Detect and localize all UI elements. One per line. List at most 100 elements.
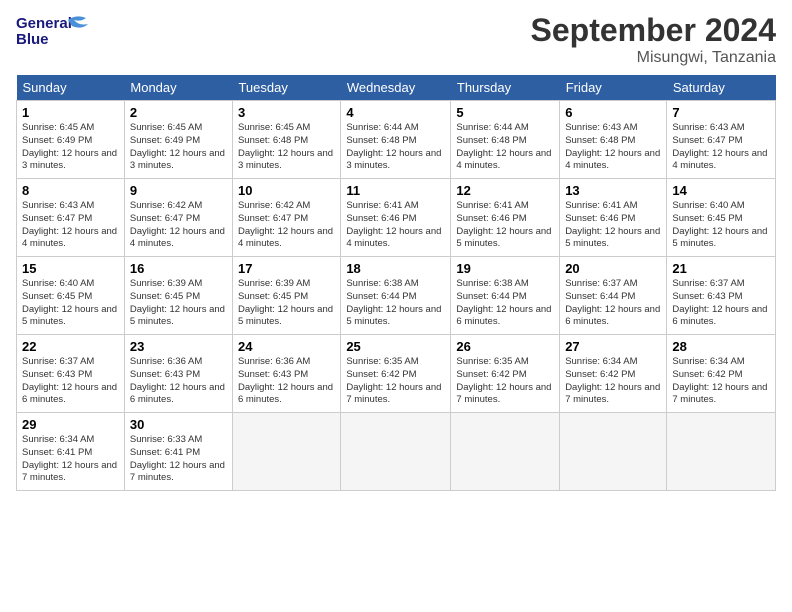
day-info: Sunrise: 6:43 AM Sunset: 6:48 PM Dayligh… [565, 122, 661, 173]
day-number: 27 [565, 339, 661, 354]
table-cell: 12 Sunrise: 6:41 AM Sunset: 6:46 PM Dayli… [451, 179, 560, 257]
table-cell: 16 Sunrise: 6:39 AM Sunset: 6:45 PM Dayli… [124, 257, 232, 335]
table-cell: 21 Sunrise: 6:37 AM Sunset: 6:43 PM Dayli… [667, 257, 776, 335]
day-number: 21 [672, 261, 770, 276]
day-number: 20 [565, 261, 661, 276]
table-cell: 18 Sunrise: 6:38 AM Sunset: 6:44 PM Dayli… [341, 257, 451, 335]
day-info: Sunrise: 6:37 AM Sunset: 6:44 PM Dayligh… [565, 278, 661, 329]
day-number: 28 [672, 339, 770, 354]
day-info: Sunrise: 6:45 AM Sunset: 6:49 PM Dayligh… [22, 122, 119, 173]
table-cell: 10Sunrise: 6:42 AM Sunset: 6:47 PM Dayli… [232, 179, 340, 257]
day-info: Sunrise: 6:40 AM Sunset: 6:45 PM Dayligh… [672, 200, 770, 251]
col-saturday: Saturday [667, 75, 776, 101]
table-cell [341, 413, 451, 491]
table-cell: 13 Sunrise: 6:41 AM Sunset: 6:46 PM Dayli… [560, 179, 667, 257]
day-number: 18 [346, 261, 445, 276]
day-info: Sunrise: 6:45 AM Sunset: 6:49 PM Dayligh… [130, 122, 227, 173]
day-number: 10 [238, 183, 335, 198]
day-number: 23 [130, 339, 227, 354]
month-title: September 2024 [531, 12, 776, 49]
day-info: Sunrise: 6:41 AM Sunset: 6:46 PM Dayligh… [346, 200, 445, 251]
day-info: Sunrise: 6:36 AM Sunset: 6:43 PM Dayligh… [130, 356, 227, 407]
day-info: Sunrise: 6:38 AM Sunset: 6:44 PM Dayligh… [456, 278, 554, 329]
day-number: 3 [238, 105, 335, 120]
col-sunday: Sunday [17, 75, 125, 101]
day-number: 1 [22, 105, 119, 120]
day-number: 15 [22, 261, 119, 276]
day-info: Sunrise: 6:44 AM Sunset: 6:48 PM Dayligh… [346, 122, 445, 173]
day-info: Sunrise: 6:37 AM Sunset: 6:43 PM Dayligh… [672, 278, 770, 329]
logo: General Blue [16, 12, 106, 50]
day-info: Sunrise: 6:41 AM Sunset: 6:46 PM Dayligh… [565, 200, 661, 251]
title-section: September 2024 Misungwi, Tanzania [531, 12, 776, 67]
day-number: 26 [456, 339, 554, 354]
day-number: 4 [346, 105, 445, 120]
day-number: 11 [346, 183, 445, 198]
table-cell: 4 Sunrise: 6:44 AM Sunset: 6:48 PM Daylig… [341, 101, 451, 179]
table-cell: 5 Sunrise: 6:44 AM Sunset: 6:48 PM Daylig… [451, 101, 560, 179]
day-number: 7 [672, 105, 770, 120]
day-number: 8 [22, 183, 119, 198]
day-number: 30 [130, 417, 227, 432]
svg-text:Blue: Blue [16, 31, 49, 48]
day-number: 12 [456, 183, 554, 198]
table-cell: 30 Sunrise: 6:33 AM Sunset: 6:41 PM Dayli… [124, 413, 232, 491]
table-cell: 26 Sunrise: 6:35 AM Sunset: 6:42 PM Dayli… [451, 335, 560, 413]
table-cell: 9 Sunrise: 6:42 AM Sunset: 6:47 PM Daylig… [124, 179, 232, 257]
day-info: Sunrise: 6:34 AM Sunset: 6:41 PM Dayligh… [22, 434, 119, 485]
day-info: Sunrise: 6:39 AM Sunset: 6:45 PM Dayligh… [130, 278, 227, 329]
col-thursday: Thursday [451, 75, 560, 101]
col-friday: Friday [560, 75, 667, 101]
table-cell [667, 413, 776, 491]
table-cell: 3 Sunrise: 6:45 AM Sunset: 6:48 PM Daylig… [232, 101, 340, 179]
table-cell: 25Sunrise: 6:35 AM Sunset: 6:42 PM Dayli… [341, 335, 451, 413]
day-number: 17 [238, 261, 335, 276]
day-info: Sunrise: 6:38 AM Sunset: 6:44 PM Dayligh… [346, 278, 445, 329]
day-number: 22 [22, 339, 119, 354]
svg-text:General: General [16, 15, 72, 32]
table-cell: 22 Sunrise: 6:37 AM Sunset: 6:43 PM Dayli… [17, 335, 125, 413]
day-info: Sunrise: 6:43 AM Sunset: 6:47 PM Dayligh… [672, 122, 770, 173]
table-cell: 6 Sunrise: 6:43 AM Sunset: 6:48 PM Daylig… [560, 101, 667, 179]
day-number: 24 [238, 339, 335, 354]
table-cell: 27 Sunrise: 6:34 AM Sunset: 6:42 PM Dayli… [560, 335, 667, 413]
day-info: Sunrise: 6:35 AM Sunset: 6:42 PM Dayligh… [456, 356, 554, 407]
table-cell: 7 Sunrise: 6:43 AM Sunset: 6:47 PM Daylig… [667, 101, 776, 179]
day-info: Sunrise: 6:34 AM Sunset: 6:42 PM Dayligh… [672, 356, 770, 407]
day-number: 13 [565, 183, 661, 198]
table-cell [451, 413, 560, 491]
day-number: 16 [130, 261, 227, 276]
table-cell [232, 413, 340, 491]
table-cell: 1 Sunrise: 6:45 AM Sunset: 6:49 PM Daylig… [17, 101, 125, 179]
day-number: 14 [672, 183, 770, 198]
day-info: Sunrise: 6:44 AM Sunset: 6:48 PM Dayligh… [456, 122, 554, 173]
col-tuesday: Tuesday [232, 75, 340, 101]
table-cell: 15 Sunrise: 6:40 AM Sunset: 6:45 PM Dayli… [17, 257, 125, 335]
day-info: Sunrise: 6:42 AM Sunset: 6:47 PM Dayligh… [130, 200, 227, 251]
day-number: 9 [130, 183, 227, 198]
day-number: 29 [22, 417, 119, 432]
day-info: Sunrise: 6:34 AM Sunset: 6:42 PM Dayligh… [565, 356, 661, 407]
table-cell: 23 Sunrise: 6:36 AM Sunset: 6:43 PM Dayli… [124, 335, 232, 413]
table-cell: 19 Sunrise: 6:38 AM Sunset: 6:44 PM Dayli… [451, 257, 560, 335]
day-info: Sunrise: 6:45 AM Sunset: 6:48 PM Dayligh… [238, 122, 335, 173]
day-info: Sunrise: 6:40 AM Sunset: 6:45 PM Dayligh… [22, 278, 119, 329]
table-cell: 28 Sunrise: 6:34 AM Sunset: 6:42 PM Dayli… [667, 335, 776, 413]
day-info: Sunrise: 6:41 AM Sunset: 6:46 PM Dayligh… [456, 200, 554, 251]
day-number: 19 [456, 261, 554, 276]
col-wednesday: Wednesday [341, 75, 451, 101]
day-number: 5 [456, 105, 554, 120]
day-info: Sunrise: 6:36 AM Sunset: 6:43 PM Dayligh… [238, 356, 335, 407]
calendar-table: Sunday Monday Tuesday Wednesday Thursday… [16, 75, 776, 491]
table-cell: 11 Sunrise: 6:41 AM Sunset: 6:46 PM Dayli… [341, 179, 451, 257]
table-cell: 8 Sunrise: 6:43 AM Sunset: 6:47 PM Daylig… [17, 179, 125, 257]
table-cell: 20 Sunrise: 6:37 AM Sunset: 6:44 PM Dayli… [560, 257, 667, 335]
day-info: Sunrise: 6:33 AM Sunset: 6:41 PM Dayligh… [130, 434, 227, 485]
table-cell: 2Sunrise: 6:45 AM Sunset: 6:49 PM Daylig… [124, 101, 232, 179]
day-info: Sunrise: 6:37 AM Sunset: 6:43 PM Dayligh… [22, 356, 119, 407]
table-cell [560, 413, 667, 491]
table-cell: 14 Sunrise: 6:40 AM Sunset: 6:45 PM Dayli… [667, 179, 776, 257]
day-number: 6 [565, 105, 661, 120]
day-info: Sunrise: 6:43 AM Sunset: 6:47 PM Dayligh… [22, 200, 119, 251]
day-number: 25 [346, 339, 445, 354]
